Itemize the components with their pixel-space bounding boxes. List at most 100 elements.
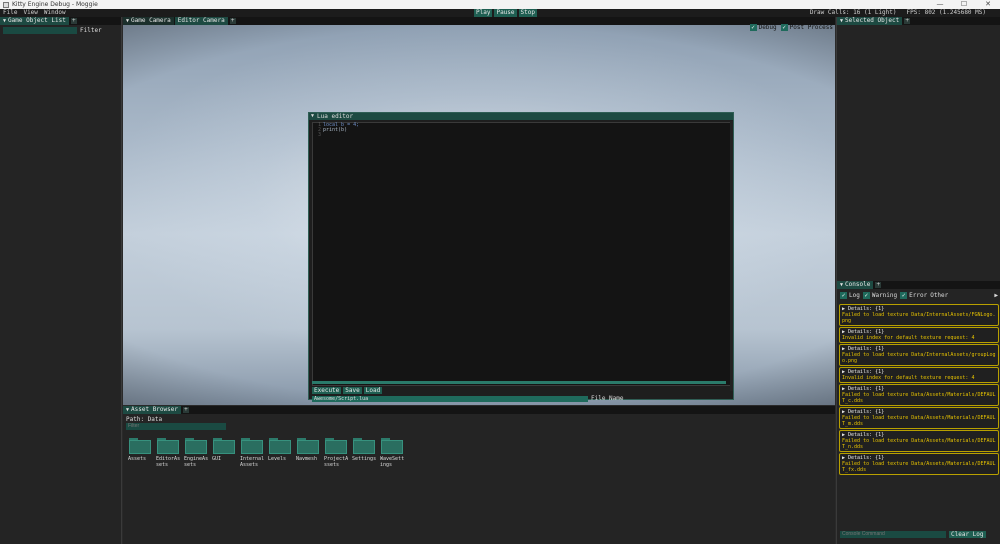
- folder-item[interactable]: Navmesh: [294, 438, 322, 468]
- error-filter-label: Error: [909, 292, 928, 299]
- add-tab-button[interactable]: +: [904, 18, 911, 24]
- folder-icon[interactable]: [241, 438, 263, 454]
- log-message: Failed to load texture Data/InternalAsse…: [842, 312, 996, 324]
- log-entry[interactable]: ▶ Details: {1} Invalid index for default…: [839, 327, 999, 343]
- post-process-label: Post Process: [789, 24, 833, 31]
- other-filter-label[interactable]: Other: [930, 292, 948, 299]
- lua-editor-title: Lua editor: [317, 113, 354, 120]
- window-title: Kitty Engine Debug - Moggie: [12, 1, 98, 8]
- tab-editor-camera[interactable]: Editor Camera: [174, 17, 228, 25]
- log-filter-toggle[interactable]: ✓ Log: [840, 292, 860, 299]
- log-entry[interactable]: ▶ Details: {1} Failed to load texture Da…: [839, 430, 999, 452]
- folder-item[interactable]: EditorAssets: [154, 438, 182, 468]
- tab-asset-browser[interactable]: ▼ Asset Browser: [123, 406, 181, 414]
- warning-filter-toggle[interactable]: ✓ Warning: [862, 292, 897, 299]
- folder-item[interactable]: ProjectAssets: [322, 438, 350, 468]
- add-tab-button[interactable]: +: [70, 18, 77, 24]
- folder-icon[interactable]: [269, 438, 291, 454]
- folder-name: ProjectAssets: [324, 456, 349, 468]
- folder-icon[interactable]: [381, 438, 403, 454]
- tab-game-object-list[interactable]: ▼ Game Object List: [0, 17, 69, 25]
- log-message: Failed to load texture Data/Assets/Mater…: [842, 438, 996, 450]
- execute-button[interactable]: Execute: [312, 387, 342, 394]
- clear-log-button[interactable]: Clear Log: [949, 531, 986, 538]
- folder-item[interactable]: WaveSettings: [378, 438, 406, 468]
- asset-filter-input[interactable]: [126, 423, 226, 430]
- object-filter-row: Filter: [3, 27, 102, 34]
- log-entry[interactable]: ▶ Details: {1} Failed to load texture Da…: [839, 304, 999, 326]
- code-editor[interactable]: 1 local b = 4; 2 print(b) 3: [312, 122, 732, 386]
- log-entry[interactable]: ▶ Details: {1} Failed to load texture Da…: [839, 384, 999, 406]
- minimize-button[interactable]: —: [928, 0, 952, 9]
- console-command-input[interactable]: [840, 531, 946, 538]
- folder-name: EditorAssets: [156, 456, 181, 468]
- object-filter-input[interactable]: [3, 27, 77, 34]
- lua-editor-titlebar[interactable]: ▼ Lua editor: [309, 113, 733, 120]
- maximize-button[interactable]: ☐: [952, 0, 976, 9]
- folder-item[interactable]: GUI: [210, 438, 238, 468]
- collapse-triangle-icon[interactable]: ▼: [311, 113, 314, 120]
- tab-game-camera[interactable]: ▼ Game Camera: [123, 17, 174, 25]
- folder-item[interactable]: Levels: [266, 438, 294, 468]
- tab-selected-object[interactable]: ▼ Selected Object: [837, 17, 903, 25]
- vertical-scrollbar[interactable]: [730, 121, 733, 391]
- folder-name: Settings: [352, 456, 377, 462]
- pause-button[interactable]: Pause: [494, 9, 517, 17]
- log-message: Invalid index for default texture reques…: [842, 375, 975, 381]
- collapse-triangle-icon[interactable]: ▼: [126, 17, 129, 25]
- checkmark-icon[interactable]: ✓: [749, 24, 757, 31]
- folder-item[interactable]: EngineAssets: [182, 438, 210, 468]
- checkmark-icon[interactable]: ✓: [900, 292, 908, 299]
- log-entry[interactable]: ▶ Details: {1} Failed to load texture Da…: [839, 344, 999, 366]
- menu-file[interactable]: File: [0, 9, 20, 17]
- collapse-triangle-icon[interactable]: ▼: [126, 406, 129, 414]
- checkmark-icon[interactable]: ✓: [780, 24, 788, 31]
- fps-text: FPS: 802 (1.245680 MS): [906, 9, 986, 16]
- game-object-list-panel: ▼ Game Object List + Filter: [0, 17, 122, 544]
- log-entry[interactable]: ▶ Details: {1} Invalid index for default…: [839, 367, 999, 383]
- folder-icon[interactable]: [213, 438, 235, 454]
- save-button[interactable]: Save: [343, 387, 362, 394]
- play-button[interactable]: Play: [474, 9, 493, 17]
- error-filter-toggle[interactable]: ✓ Error: [900, 292, 927, 299]
- menu-window[interactable]: Window: [41, 9, 69, 17]
- close-button[interactable]: ✕: [976, 0, 1000, 9]
- expand-triangle-icon[interactable]: ▶: [994, 292, 998, 299]
- post-process-toggle[interactable]: ✓ Post Process: [780, 24, 833, 31]
- script-file-row: Awesome/Script.lua File Name: [312, 395, 624, 402]
- tab-console[interactable]: ▼ Console: [837, 281, 874, 289]
- log-entry[interactable]: ▶ Details: {1} Failed to load texture Da…: [839, 407, 999, 429]
- asset-browser-tabstrip: ▼ Asset Browser +: [123, 406, 835, 414]
- folder-name: EngineAssets: [184, 456, 209, 468]
- folder-name: InternalAssets: [240, 456, 265, 468]
- script-path-input[interactable]: Awesome/Script.lua: [312, 395, 588, 402]
- add-tab-button[interactable]: +: [182, 407, 189, 413]
- load-button[interactable]: Load: [363, 387, 383, 394]
- collapse-triangle-icon[interactable]: ▼: [3, 17, 6, 25]
- log-message: Failed to load texture Data/Assets/Mater…: [842, 392, 996, 404]
- stop-button[interactable]: Stop: [518, 9, 537, 17]
- add-tab-button[interactable]: +: [875, 282, 882, 288]
- checkmark-icon[interactable]: ✓: [840, 292, 847, 299]
- checkmark-icon[interactable]: ✓: [862, 292, 870, 299]
- menu-view[interactable]: View: [20, 9, 40, 17]
- folder-item[interactable]: InternalAssets: [238, 438, 266, 468]
- stats-readout: Draw Calls: 16 (1 Light) FPS: 802 (1.245…: [810, 9, 1000, 17]
- folder-icon[interactable]: [129, 438, 151, 454]
- folder-item[interactable]: Settings: [350, 438, 378, 468]
- tab-label: Game Object List: [8, 17, 66, 24]
- app-icon: [3, 1, 9, 8]
- folder-icon[interactable]: [185, 438, 207, 454]
- folder-icon[interactable]: [325, 438, 347, 454]
- folder-icon[interactable]: [157, 438, 179, 454]
- collapse-triangle-icon[interactable]: ▼: [840, 17, 843, 25]
- collapse-triangle-icon[interactable]: ▼: [840, 281, 843, 289]
- add-tab-button[interactable]: +: [229, 18, 236, 24]
- horizontal-scrollbar[interactable]: [312, 381, 726, 384]
- debug-toggle[interactable]: ✓ Debug: [749, 24, 777, 31]
- log-message: Failed to load texture Data/Assets/Mater…: [842, 461, 996, 473]
- folder-item[interactable]: Assets: [126, 438, 154, 468]
- log-entry[interactable]: ▶ Details: {1} Failed to load texture Da…: [839, 453, 999, 475]
- folder-icon[interactable]: [353, 438, 375, 454]
- folder-icon[interactable]: [297, 438, 319, 454]
